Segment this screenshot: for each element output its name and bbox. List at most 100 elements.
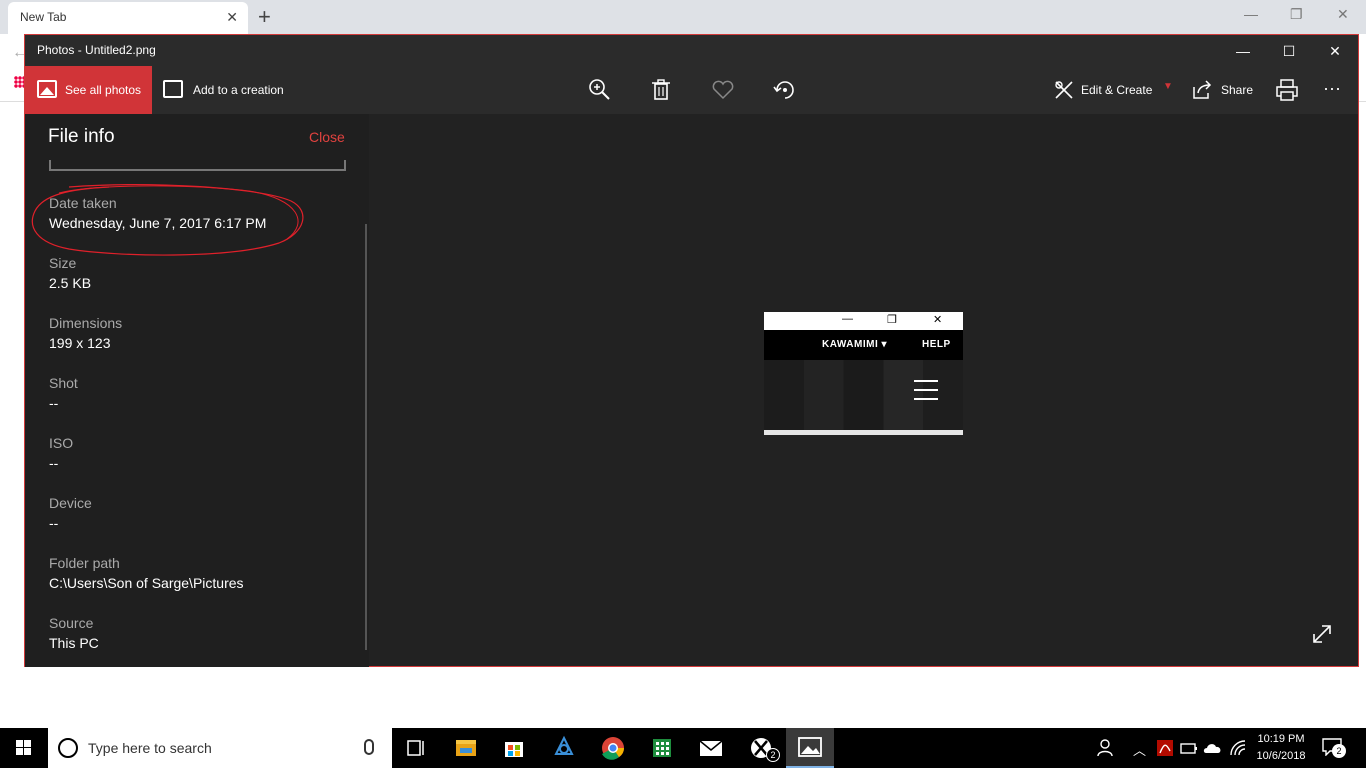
field-label: Dimensions	[49, 315, 123, 331]
preview-close-icon: ✕	[933, 314, 943, 326]
show-hidden-icons-chevron-icon[interactable]: ︿	[1133, 740, 1146, 759]
browser-restore-icon[interactable]: ❐	[1290, 6, 1303, 23]
see-all-photos-label: See all photos	[65, 83, 142, 97]
file-explorer-icon[interactable]	[442, 728, 490, 768]
photos-window: Photos - Untitled2.png — ☐ ✕ See all pho…	[24, 34, 1359, 667]
microsoft-store-icon[interactable]	[490, 728, 538, 768]
clock-time: 10:19 PM	[1257, 733, 1305, 745]
browser-minimize-icon[interactable]: —	[1244, 6, 1258, 22]
creation-icon	[163, 80, 183, 98]
cortana-icon	[58, 738, 78, 758]
xbox-badge: 2	[766, 748, 780, 762]
zoom-in-icon[interactable]	[586, 76, 614, 104]
field-label: Device	[49, 495, 92, 511]
field-value: Wednesday, June 7, 2017 6:17 PM	[49, 215, 267, 231]
command-bar: See all photos Add to a creation Edit & …	[25, 66, 1358, 114]
file-name-box	[49, 160, 346, 171]
people-icon[interactable]	[1096, 738, 1114, 758]
taskbar: Type here to search 2 ︿ 10:19 PM 10/6/20…	[0, 728, 1366, 768]
preview-titlebar: — ❐ ✕	[764, 312, 963, 330]
field-label: ISO	[49, 435, 74, 451]
photos-taskbar-button[interactable]	[786, 728, 834, 768]
field-label: Size	[49, 255, 77, 271]
edit-pencil-icon	[1055, 81, 1073, 99]
preview-nav: KAWAMIMI ▾ HELP	[764, 330, 963, 360]
preview-bottom-bar	[764, 430, 963, 435]
rotate-icon[interactable]	[771, 76, 799, 104]
title-bar: Photos - Untitled2.png — ☐ ✕	[25, 35, 1358, 66]
battery-icon[interactable]	[1180, 740, 1198, 756]
browser-tab-title: New Tab	[20, 10, 67, 24]
add-to-creation-label: Add to a creation	[193, 83, 284, 97]
preview-help-label: HELP	[922, 339, 951, 350]
calculator-app-icon[interactable]	[638, 728, 686, 768]
print-icon[interactable]	[1273, 76, 1301, 104]
onedrive-icon[interactable]	[1203, 740, 1223, 756]
field-folder-path: Folder path C:\Users\Son of Sarge\Pictur…	[49, 554, 244, 592]
wifi-icon[interactable]	[1229, 739, 1247, 757]
photos-app-icon	[798, 737, 822, 757]
windows-start-icon[interactable]	[0, 728, 48, 768]
field-label: Folder path	[49, 555, 120, 571]
see-all-photos-button[interactable]: See all photos	[25, 66, 152, 114]
fullscreen-expand-icon[interactable]	[1311, 623, 1333, 645]
preview-restore-icon: ❐	[887, 314, 897, 326]
mail-icon[interactable]	[687, 728, 735, 768]
clock-date: 10/6/2018	[1256, 750, 1306, 762]
file-info-title: File info	[48, 126, 115, 147]
window-title: Photos - Untitled2.png	[37, 43, 156, 57]
acrobat-icon[interactable]	[1156, 739, 1174, 757]
field-value: This PC	[49, 635, 99, 651]
clock[interactable]: 10:19 PM 10/6/2018	[1252, 731, 1310, 765]
preview-kawamimi-label: KAWAMIMI ▾	[822, 339, 888, 350]
field-shot: Shot --	[49, 374, 78, 412]
field-value: 2.5 KB	[49, 275, 92, 291]
browser-close-icon[interactable]: ✕	[1337, 6, 1349, 23]
field-date-taken: Date taken Wednesday, June 7, 2017 6:17 …	[49, 194, 266, 232]
field-value: 199 x 123	[49, 335, 111, 351]
xbox-icon	[751, 738, 771, 758]
field-label: Date taken	[49, 195, 117, 211]
chevron-down-icon: ▼	[1163, 81, 1173, 92]
task-view-icon[interactable]	[392, 728, 440, 768]
preview-minimize-icon: —	[842, 313, 853, 325]
new-tab-button[interactable]: +	[258, 4, 271, 30]
taskbar-search-box[interactable]: Type here to search	[48, 728, 392, 768]
close-tab-icon[interactable]: ✕	[226, 9, 238, 26]
close-window-icon[interactable]: ✕	[1312, 39, 1358, 63]
microphone-icon[interactable]	[364, 739, 374, 755]
field-source: Source This PC	[49, 614, 99, 652]
panel-scrollbar[interactable]	[365, 224, 367, 650]
browser-tab[interactable]: New Tab ✕	[8, 2, 248, 34]
field-device: Device --	[49, 494, 92, 532]
photo-icon	[37, 80, 57, 98]
hamburger-menu-icon	[914, 380, 938, 400]
preview-body	[764, 360, 963, 430]
field-dimensions: Dimensions 199 x 123	[49, 314, 122, 352]
favorite-heart-icon[interactable]	[709, 76, 737, 104]
search-placeholder: Type here to search	[88, 740, 212, 756]
field-value[interactable]: C:\Users\Son of Sarge\Pictures	[49, 574, 244, 592]
field-label: Shot	[49, 375, 78, 391]
chrome-icon[interactable]	[589, 728, 637, 768]
notification-count-badge: 2	[1332, 744, 1346, 758]
delete-icon[interactable]	[647, 76, 675, 104]
field-value: --	[49, 395, 59, 411]
more-options-icon[interactable]: ···	[1323, 78, 1341, 99]
maximize-icon[interactable]: ☐	[1266, 39, 1312, 63]
close-file-info-link[interactable]: Close	[309, 129, 345, 145]
edit-create-label: Edit & Create	[1081, 83, 1153, 97]
blue-app-icon[interactable]	[540, 728, 588, 768]
browser-tab-bar: New Tab ✕ + — ❐ ✕	[0, 0, 1366, 34]
file-info-panel: File info Close Date taken Wednesday, Ju…	[25, 114, 369, 667]
field-label: Source	[49, 615, 94, 631]
field-value: --	[49, 455, 59, 471]
field-value: --	[49, 515, 59, 531]
field-size: Size 2.5 KB	[49, 254, 91, 292]
xbox-app-button[interactable]: 2	[737, 728, 785, 768]
action-center-button[interactable]: 2	[1322, 738, 1346, 758]
photo-preview[interactable]: — ❐ ✕ KAWAMIMI ▾ HELP	[764, 312, 963, 435]
minimize-icon[interactable]: —	[1220, 39, 1266, 63]
share-icon	[1193, 80, 1212, 99]
field-iso: ISO --	[49, 434, 73, 472]
